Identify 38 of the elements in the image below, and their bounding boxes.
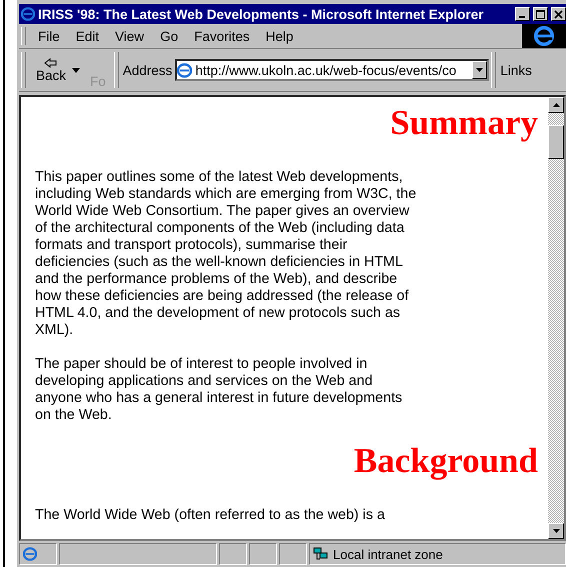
scroll-down-button[interactable] — [548, 523, 564, 539]
status-pane — [219, 543, 247, 565]
down-arrow-icon — [552, 529, 560, 533]
menu-item[interactable]: Help — [258, 24, 302, 48]
vertical-scrollbar[interactable] — [548, 97, 564, 539]
back-button[interactable]: Back — [30, 56, 72, 84]
paragraph: This paper outlines some of the latest Web developments, including Web standards which are emerging from W3C, the World Wide Web Consortium. The paper gives an overview of the architectural components of the Web (including data formats and transport protocols), summarise their deficiencies (such as the well-known deficiencies in HTML and the performance problems of the Web), and describe how these deficiencies are being addressed (the release of HTML 4.0, and the development of new protocols such as XML). — [35, 169, 418, 339]
network-icon — [313, 547, 329, 561]
zone-label: Local intranet zone — [333, 546, 443, 562]
up-arrow-icon — [552, 103, 560, 107]
back-arrow-icon — [44, 58, 58, 68]
menu-item[interactable]: Go — [152, 24, 186, 48]
status-pane — [279, 543, 307, 565]
maximize-icon — [534, 9, 547, 21]
close-button[interactable] — [551, 7, 566, 21]
paragraph: The paper should be of interest to people involved in developing applications and services on the Web and anyone who has a general interest in future developments on the Web. — [35, 356, 404, 424]
browser-logo — [522, 24, 566, 48]
address-field[interactable]: http://www.ukoln.ac.uk/web-focus/events/co — [175, 59, 490, 81]
dropdown-button[interactable] — [472, 61, 488, 79]
close-icon — [552, 9, 565, 21]
address-label: Address — [122, 62, 172, 78]
menu-item[interactable]: View — [107, 24, 152, 48]
window-title: IRISS '98: The Latest Web Developments - Microsoft Internet Explorer — [38, 6, 485, 22]
section-heading: Background — [352, 441, 538, 481]
menu-item[interactable]: File — [30, 24, 68, 48]
scroll-up-button[interactable] — [548, 97, 564, 113]
caret-icon — [476, 68, 484, 72]
section-heading: Summary — [389, 103, 538, 143]
minimize-button[interactable] — [515, 7, 530, 21]
maximize-button[interactable] — [533, 7, 548, 21]
menu-item[interactable]: Edit — [68, 24, 108, 48]
minimize-icon — [519, 16, 525, 18]
menu-item[interactable]: Favorites — [186, 24, 258, 48]
links-button[interactable]: Links — [500, 62, 532, 78]
scroll-thumb[interactable] — [548, 125, 564, 159]
paragraph: The World Wide Web (often referred to as the web) is a — [35, 507, 386, 524]
status-pane — [249, 543, 277, 565]
dropdown-arrow-icon[interactable] — [72, 68, 80, 72]
